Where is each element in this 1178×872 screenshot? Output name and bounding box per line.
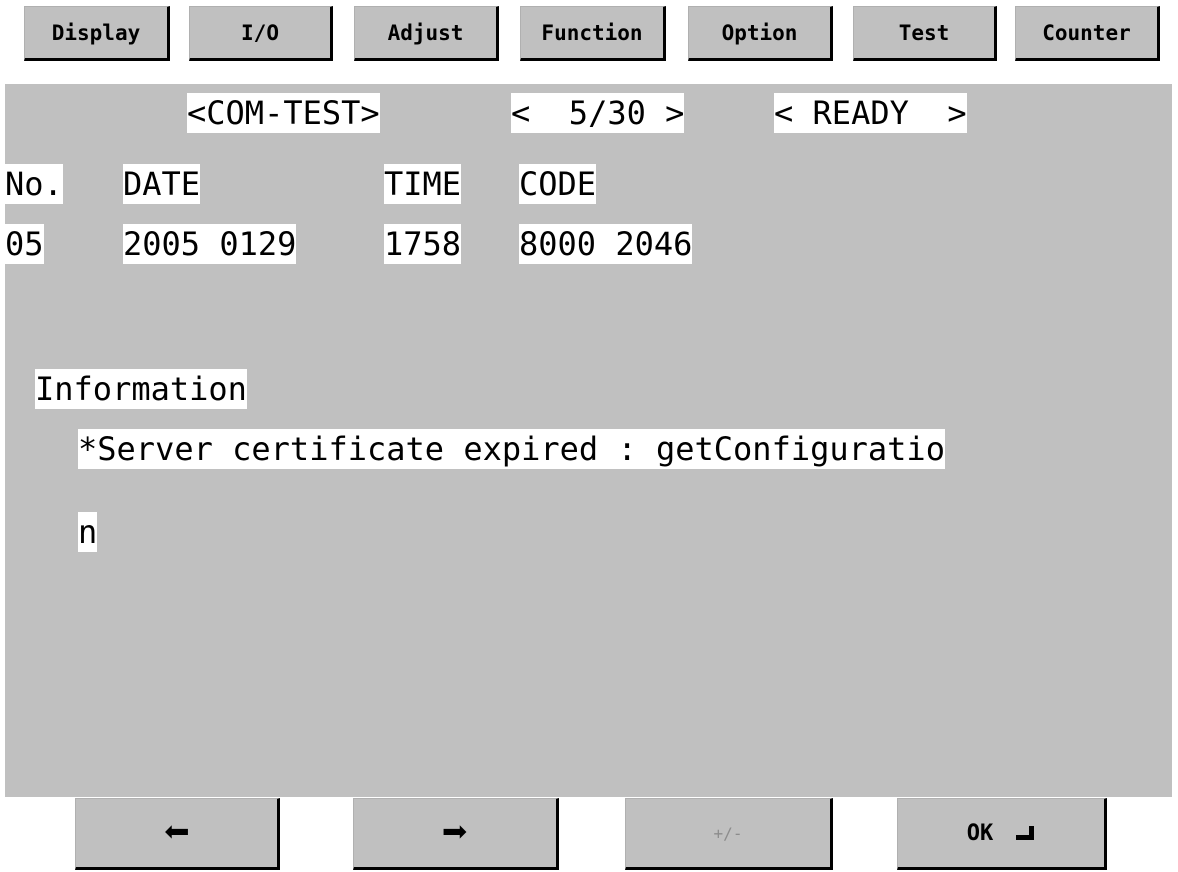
- right-arrow-icon: ➡: [441, 807, 469, 858]
- tab-counter[interactable]: Counter: [1015, 6, 1160, 61]
- prev-button[interactable]: ⬅: [75, 798, 280, 870]
- information-line: *Server certificate expired : getConfigu…: [78, 429, 945, 469]
- tab-io[interactable]: I/O: [189, 6, 333, 61]
- enter-icon: [1015, 825, 1035, 841]
- tab-function[interactable]: Function: [520, 6, 666, 61]
- status-indicator: < READY >: [774, 93, 967, 133]
- record-time: 1758: [384, 224, 462, 264]
- column-header-code: CODE: [519, 164, 597, 204]
- record-no: 05: [5, 224, 44, 264]
- column-header-no: No.: [5, 164, 63, 204]
- record-code: 8000 2046: [519, 224, 693, 264]
- column-header-time: TIME: [384, 164, 462, 204]
- ok-label: OK: [966, 820, 994, 846]
- information-line-continued: n: [78, 512, 98, 552]
- next-button[interactable]: ➡: [353, 798, 559, 870]
- tab-adjust[interactable]: Adjust: [354, 6, 499, 61]
- page-indicator: < 5/30 >: [511, 93, 685, 133]
- plus-minus-label: +/-: [713, 823, 743, 843]
- ok-button[interactable]: OK: [897, 798, 1107, 870]
- plus-minus-button[interactable]: +/-: [625, 798, 833, 870]
- information-heading: Information: [35, 369, 247, 409]
- column-header-date: DATE: [123, 164, 201, 204]
- mode-title: <COM-TEST>: [187, 93, 380, 133]
- left-arrow-icon: ⬅: [163, 807, 190, 858]
- tab-option[interactable]: Option: [688, 6, 833, 61]
- tab-display[interactable]: Display: [24, 6, 170, 61]
- tab-test[interactable]: Test: [853, 6, 997, 61]
- record-date: 2005 0129: [123, 224, 297, 264]
- main-screen: <COM-TEST> < 5/30 > < READY > No. DATE T…: [5, 84, 1172, 797]
